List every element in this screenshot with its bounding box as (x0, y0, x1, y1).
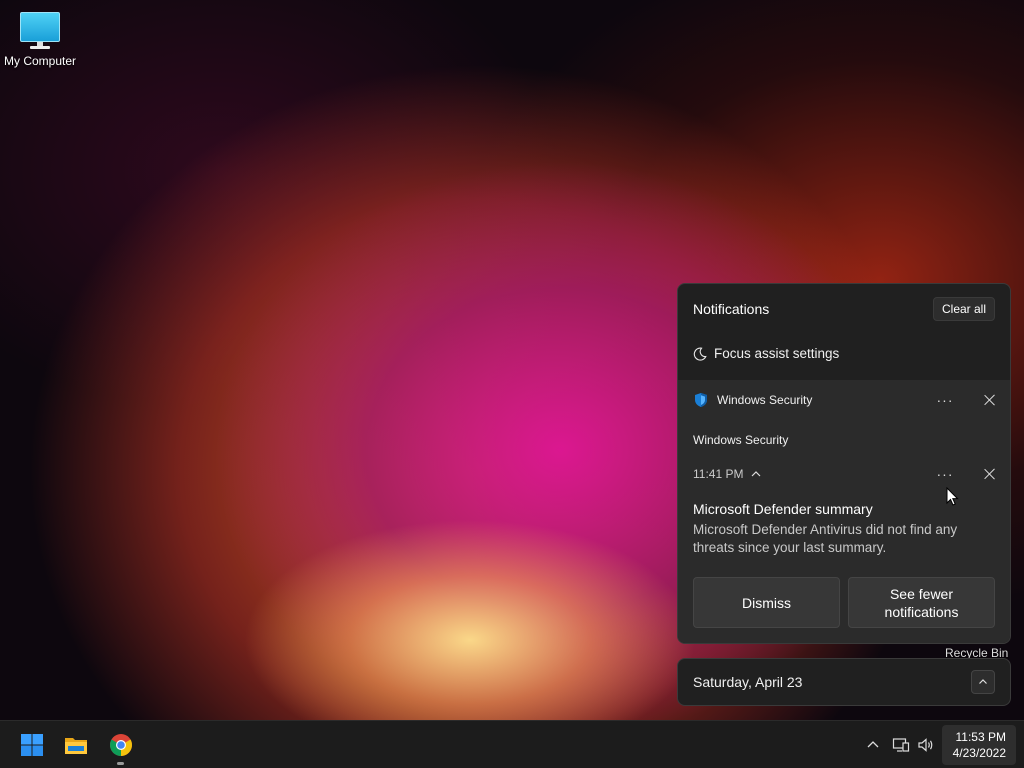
calendar-date: Saturday, April 23 (693, 674, 803, 690)
app-more-options-button[interactable]: ··· (935, 393, 955, 407)
notification-app-row: Windows Security ··· (693, 390, 997, 410)
notification-app-name: Windows Security (717, 393, 813, 407)
see-fewer-notifications-button[interactable]: See fewer notifications (848, 577, 995, 628)
toast-close-icon[interactable] (983, 467, 997, 481)
notification-time-row: 11:41 PM ··· (693, 464, 997, 484)
chevron-up-icon (979, 679, 987, 684)
moon-icon (693, 347, 707, 361)
mouse-cursor-icon (946, 487, 959, 506)
notification-time: 11:41 PM (693, 467, 744, 481)
chrome-icon[interactable] (109, 733, 133, 757)
toast-body: Microsoft Defender Antivirus did not fin… (693, 522, 958, 555)
network-icon[interactable] (892, 736, 910, 754)
monitor-icon (18, 10, 62, 50)
calendar-panel: Saturday, April 23 (677, 658, 1011, 706)
toast-title: Microsoft Defender summary (693, 501, 873, 517)
notification-center: Notifications Clear all Focus assist set… (677, 283, 1011, 644)
show-hidden-icons-chevron-icon[interactable] (864, 736, 882, 754)
notification-card: Windows Security ··· Windows Security 11… (678, 380, 1010, 643)
taskbar: 11:53 PM 4/23/2022 (0, 720, 1024, 768)
notification-group-title: Windows Security (693, 433, 789, 447)
shield-icon (695, 393, 707, 407)
collapse-chevron-icon[interactable] (751, 469, 761, 479)
taskbar-clock[interactable]: 11:53 PM 4/23/2022 (942, 725, 1016, 765)
start-icon[interactable] (20, 733, 44, 757)
toast-more-options-button[interactable]: ··· (935, 467, 955, 481)
clear-all-button[interactable]: Clear all (932, 297, 995, 321)
file-explorer-icon[interactable] (64, 733, 88, 757)
app-close-icon[interactable] (983, 393, 997, 407)
calendar-expand-button[interactable] (971, 670, 995, 694)
clock-time: 11:53 PM (955, 730, 1006, 744)
chrome-running-indicator (117, 762, 124, 765)
dismiss-button[interactable]: Dismiss (693, 577, 840, 628)
clock-date: 4/23/2022 (952, 746, 1006, 760)
notifications-title: Notifications (693, 301, 770, 317)
focus-assist-label: Focus assist settings (714, 346, 840, 361)
desktop-icon-label: My Computer (3, 54, 77, 68)
focus-assist-settings-link[interactable]: Focus assist settings (693, 346, 839, 361)
volume-icon[interactable] (917, 736, 935, 754)
notification-header: Notifications Clear all (693, 297, 995, 321)
desktop-icon-my-computer[interactable]: My Computer (2, 10, 78, 68)
toast-actions: Dismiss See fewer notifications (693, 577, 995, 628)
